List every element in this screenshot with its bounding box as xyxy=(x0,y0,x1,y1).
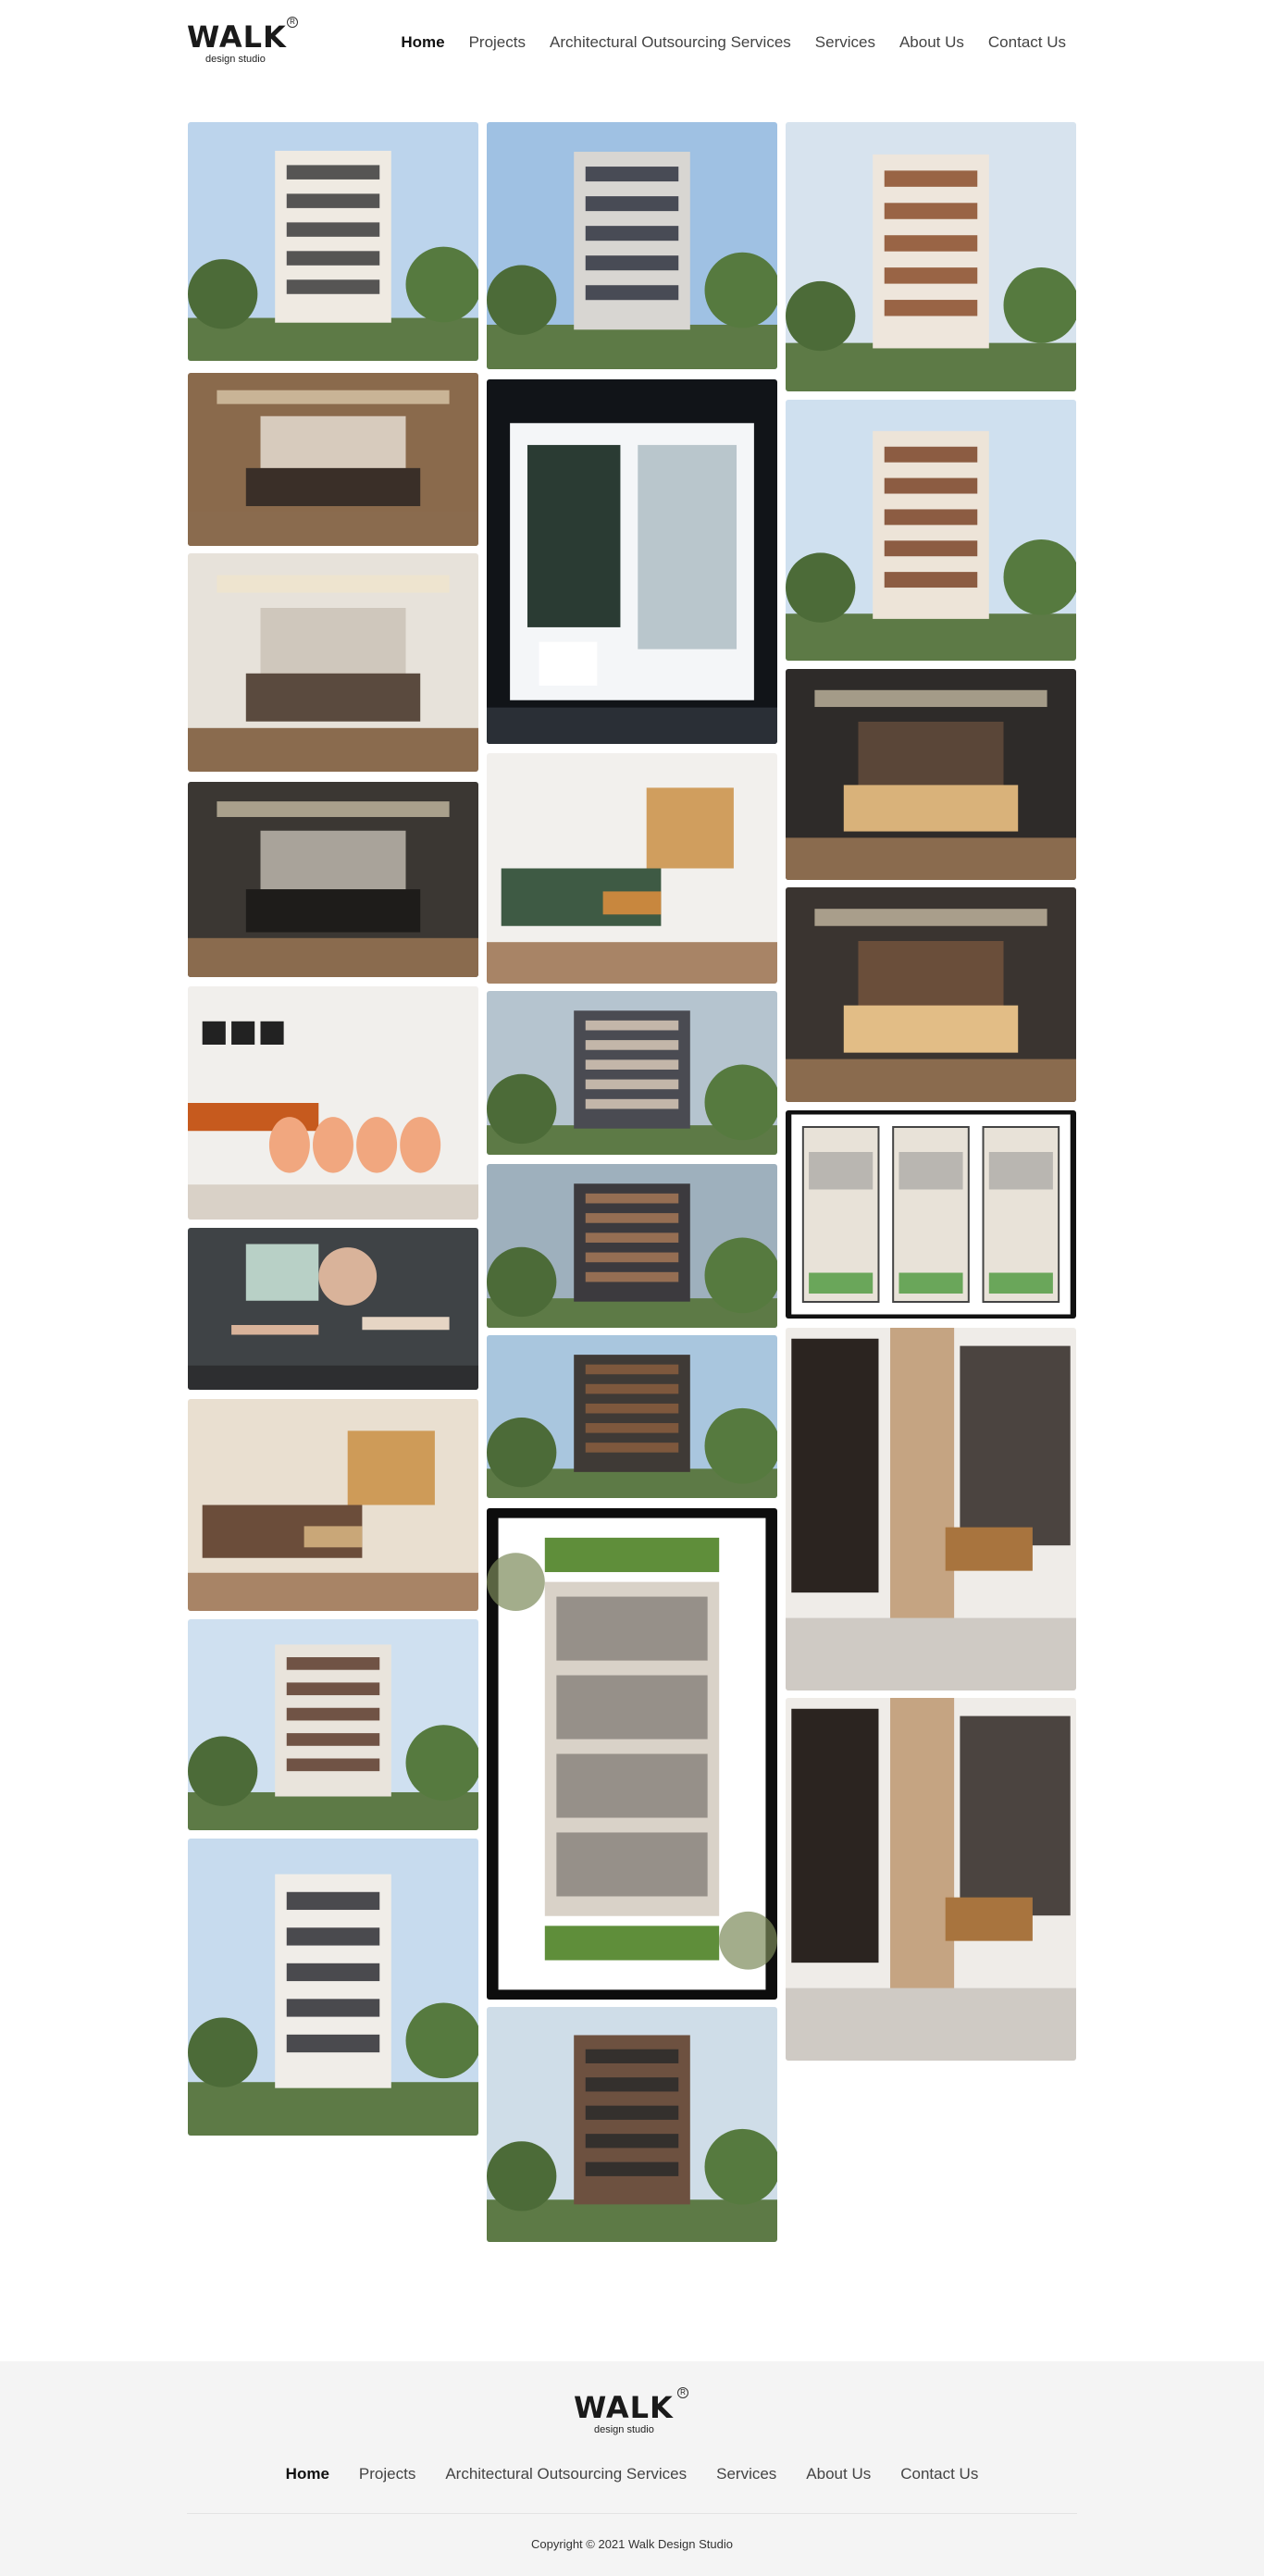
tile-bedroom-3[interactable] xyxy=(188,782,478,977)
tile-exterior-villa-1[interactable] xyxy=(188,1619,478,1830)
gallery-image xyxy=(487,379,777,744)
footer-nav-services[interactable]: Services xyxy=(716,2465,776,2483)
footer-nav-projects[interactable]: Projects xyxy=(359,2465,415,2483)
footer-nav-outsourcing[interactable]: Architectural Outsourcing Services xyxy=(445,2465,687,2483)
tile-living-2[interactable] xyxy=(487,753,777,984)
site-header: WALK R design studio Home Projects Archi… xyxy=(0,0,1264,102)
tile-exterior-villa-4[interactable] xyxy=(487,1164,777,1328)
tile-study-1[interactable] xyxy=(188,1228,478,1390)
nav-home[interactable]: Home xyxy=(401,33,444,52)
gallery-image xyxy=(786,400,1076,661)
footer-nav-about[interactable]: About Us xyxy=(806,2465,871,2483)
gallery-image xyxy=(786,1698,1076,2061)
gallery-image xyxy=(786,1328,1076,1690)
footer-logo-wordmark: WALK xyxy=(574,2390,674,2425)
footer-divider xyxy=(187,2513,1077,2514)
gallery-image xyxy=(487,753,777,984)
gallery-image xyxy=(188,1619,478,1830)
tile-exterior-tower-2[interactable] xyxy=(487,122,777,369)
gallery-image xyxy=(487,1508,777,2000)
gallery-image xyxy=(786,1110,1076,1319)
gallery-image xyxy=(487,2007,777,2242)
gallery-image xyxy=(487,1335,777,1498)
tile-exterior-villa-5[interactable] xyxy=(487,1335,777,1498)
tile-exterior-villa-3[interactable] xyxy=(487,991,777,1155)
tile-dining-1[interactable] xyxy=(188,986,478,1220)
registered-mark-icon: R xyxy=(677,2387,688,2398)
gallery-image xyxy=(786,887,1076,1102)
registered-mark-icon: R xyxy=(287,17,298,28)
gallery-image xyxy=(188,782,478,977)
copyright-text: Copyright © 2021 Walk Design Studio xyxy=(531,2537,733,2551)
nav-about[interactable]: About Us xyxy=(899,33,964,52)
logo-tagline: design studio xyxy=(205,54,266,65)
gallery-image xyxy=(188,1228,478,1390)
gallery-image xyxy=(188,1399,478,1611)
site-footer: WALK R design studio Home Projects Archi… xyxy=(0,2361,1264,2576)
footer-nav-home[interactable]: Home xyxy=(286,2465,329,2483)
footer-nav: Home Projects Architectural Outsourcing … xyxy=(0,2465,1264,2483)
tile-exterior-tower-1[interactable] xyxy=(188,122,478,361)
gallery-image xyxy=(188,373,478,546)
tile-living-1[interactable] xyxy=(188,1399,478,1611)
gallery-image xyxy=(188,1839,478,2136)
nav-services[interactable]: Services xyxy=(815,33,875,52)
nav-outsourcing[interactable]: Architectural Outsourcing Services xyxy=(550,33,791,52)
tile-exterior-villa-6[interactable] xyxy=(487,2007,777,2242)
footer-logo[interactable]: WALK R design studio xyxy=(574,2387,694,2441)
tile-bathroom-2[interactable] xyxy=(786,1328,1076,1690)
gallery-image xyxy=(487,122,777,369)
tile-floor-plan-1[interactable] xyxy=(487,1508,777,2000)
tile-bathroom-1[interactable] xyxy=(487,379,777,744)
tile-bedroom-1[interactable] xyxy=(188,373,478,546)
tile-bedroom-4[interactable] xyxy=(786,669,1076,880)
tile-exterior-tower-3[interactable] xyxy=(786,122,1076,391)
gallery-image xyxy=(786,669,1076,880)
tile-bedroom-2[interactable] xyxy=(188,553,478,772)
tile-exterior-villa-2[interactable] xyxy=(188,1839,478,2136)
gallery-image xyxy=(786,122,1076,391)
tile-bedroom-5[interactable] xyxy=(786,887,1076,1102)
gallery-image xyxy=(188,122,478,361)
gallery-image xyxy=(487,1164,777,1328)
nav-projects[interactable]: Projects xyxy=(469,33,526,52)
brand-logo[interactable]: WALK R design studio xyxy=(187,17,304,70)
gallery-image xyxy=(188,553,478,772)
tile-exterior-tower-4[interactable] xyxy=(786,400,1076,661)
tile-bathroom-3[interactable] xyxy=(786,1698,1076,2061)
gallery-image xyxy=(487,991,777,1155)
footer-nav-contact[interactable]: Contact Us xyxy=(900,2465,978,2483)
main-nav: Home Projects Architectural Outsourcing … xyxy=(401,33,1066,52)
nav-contact[interactable]: Contact Us xyxy=(988,33,1066,52)
tile-floor-plan-2[interactable] xyxy=(786,1110,1076,1319)
footer-logo-tagline: design studio xyxy=(594,2424,654,2435)
gallery-image xyxy=(188,986,478,1220)
logo-wordmark: WALK xyxy=(187,19,287,55)
